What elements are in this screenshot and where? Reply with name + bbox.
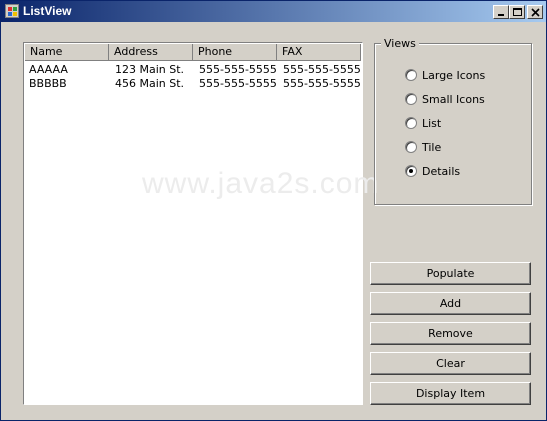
- list-view[interactable]: www.java2s.com Name Address Phone FAX AA…: [23, 42, 378, 405]
- cell-name: BBBBB: [29, 77, 67, 90]
- radio-label: List: [422, 117, 442, 130]
- cell-phone: 555-555-5555: [199, 63, 277, 76]
- radio-button[interactable]: [405, 141, 417, 153]
- populate-button[interactable]: Populate: [370, 262, 531, 285]
- title-bar[interactable]: ListView: [1, 1, 546, 22]
- radio-label: Large Icons: [422, 69, 486, 82]
- maximize-button[interactable]: [509, 5, 525, 19]
- table-row[interactable]: AAAAA 123 Main St. 555-555-5555 555-555-…: [25, 63, 361, 77]
- radio-button[interactable]: [405, 93, 417, 105]
- cell-address: 456 Main St.: [115, 77, 185, 90]
- minimize-icon: [498, 14, 504, 16]
- radio-label: Tile: [422, 141, 442, 154]
- views-group-label: Views: [381, 37, 419, 50]
- remove-button[interactable]: Remove: [370, 322, 531, 345]
- views-groupbox: [374, 43, 532, 205]
- column-header-address[interactable]: Address: [109, 44, 193, 61]
- list-view-header: Name Address Phone FAX: [25, 44, 361, 61]
- cell-fax: 555-555-5555: [283, 77, 361, 90]
- close-icon: [531, 8, 540, 17]
- column-header-name[interactable]: Name: [25, 44, 109, 61]
- close-button[interactable]: [527, 5, 543, 19]
- radio-button[interactable]: [405, 117, 417, 129]
- cell-name: AAAAA: [29, 63, 68, 76]
- listview-window: ListView www.java2s.com Name Address Pho…: [0, 0, 547, 421]
- table-row[interactable]: BBBBB 456 Main St. 555-555-5555 555-555-…: [25, 77, 361, 91]
- add-button[interactable]: Add: [370, 292, 531, 315]
- cell-fax: 555-555-5555: [283, 63, 361, 76]
- clear-button[interactable]: Clear: [370, 352, 531, 375]
- display-item-button[interactable]: Display Item: [370, 382, 531, 405]
- radio-label: Small Icons: [422, 93, 485, 106]
- radio-button-checked[interactable]: [405, 165, 417, 177]
- app-icon[interactable]: [5, 4, 19, 18]
- window-title: ListView: [23, 4, 72, 18]
- radio-label: Details: [422, 165, 461, 178]
- maximize-icon: [513, 8, 522, 16]
- radio-button[interactable]: [405, 69, 417, 81]
- column-header-phone[interactable]: Phone: [193, 44, 277, 61]
- minimize-button[interactable]: [493, 5, 509, 19]
- watermark: www.java2s.com: [142, 167, 380, 200]
- cell-phone: 555-555-5555: [199, 77, 277, 90]
- column-header-fax[interactable]: FAX: [277, 44, 361, 61]
- cell-address: 123 Main St.: [115, 63, 185, 76]
